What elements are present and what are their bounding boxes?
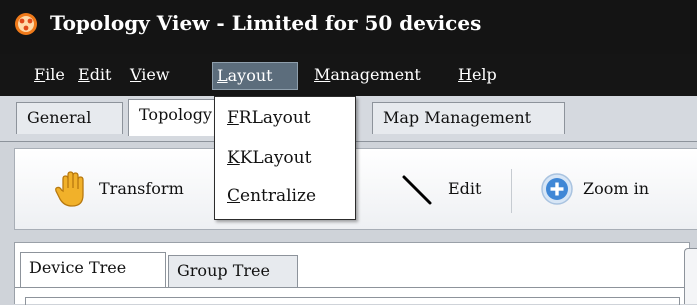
edit-label: Edit [448,179,482,198]
menu-item-kklayout[interactable]: KKLayout [227,143,311,173]
zoom-in-label: Zoom in [583,179,650,198]
menu-layout-label: ayout [227,66,273,85]
zoom-in-button[interactable]: Zoom in [539,169,689,209]
tab-general[interactable]: General [16,102,123,134]
frlayout-mnemonic: F [227,108,239,128]
menu-management-mnemonic: M [314,65,331,84]
layout-dropdown-menu: FRLayout KKLayout Centralize [214,96,356,220]
title-bar: Topology View - Limited for 50 devices [0,0,697,54]
transform-button[interactable]: Transform [53,169,213,209]
plus-circle-icon [541,173,573,205]
menu-item-frlayout[interactable]: FRLayout [227,103,311,133]
centralize-mnemonic: C [227,186,241,206]
menu-file[interactable]: File [30,62,69,90]
menu-management-label: anagement [330,65,421,84]
frlayout-label: RLayout [238,108,311,128]
menu-edit-mnemonic: E [78,65,90,84]
menu-management[interactable]: Management [310,62,425,90]
app-logo-icon [15,13,37,35]
menu-item-centralize[interactable]: Centralize [227,181,316,211]
menu-help-label: elp [471,65,497,84]
menu-layout[interactable]: Layout [212,62,298,90]
panel-tab-divider [15,287,689,288]
tab-device-tree[interactable]: Device Tree [20,252,166,288]
window-title: Topology View - Limited for 50 devices [50,11,482,35]
toolbar-separator [511,169,512,213]
menu-view[interactable]: View [126,62,174,90]
menu-edit[interactable]: Edit [74,62,115,90]
tree-panel: Device Tree Group Tree [14,242,690,305]
menu-view-mnemonic: V [130,65,142,84]
kklayout-mnemonic: K [227,148,240,168]
line-icon [402,175,432,205]
menu-edit-label: dit [89,65,112,84]
menu-layout-mnemonic: L [217,66,228,85]
menu-help[interactable]: Help [454,62,501,90]
tab-map-management[interactable]: Map Management [372,102,565,134]
tab-group-tree[interactable]: Group Tree [168,255,298,287]
menu-file-label: ile [45,65,65,84]
kklayout-label: KLayout [239,148,312,168]
menu-view-label: iew [141,65,170,84]
edit-button[interactable]: Edit [400,169,490,209]
transform-label: Transform [99,179,184,198]
hand-icon [55,171,84,207]
menu-help-mnemonic: H [458,65,472,84]
centralize-label: entralize [240,186,317,206]
menu-file-mnemonic: F [34,65,46,84]
right-panel-edge [684,248,697,304]
menu-bar: File Edit View Layout Management Help [0,54,697,96]
